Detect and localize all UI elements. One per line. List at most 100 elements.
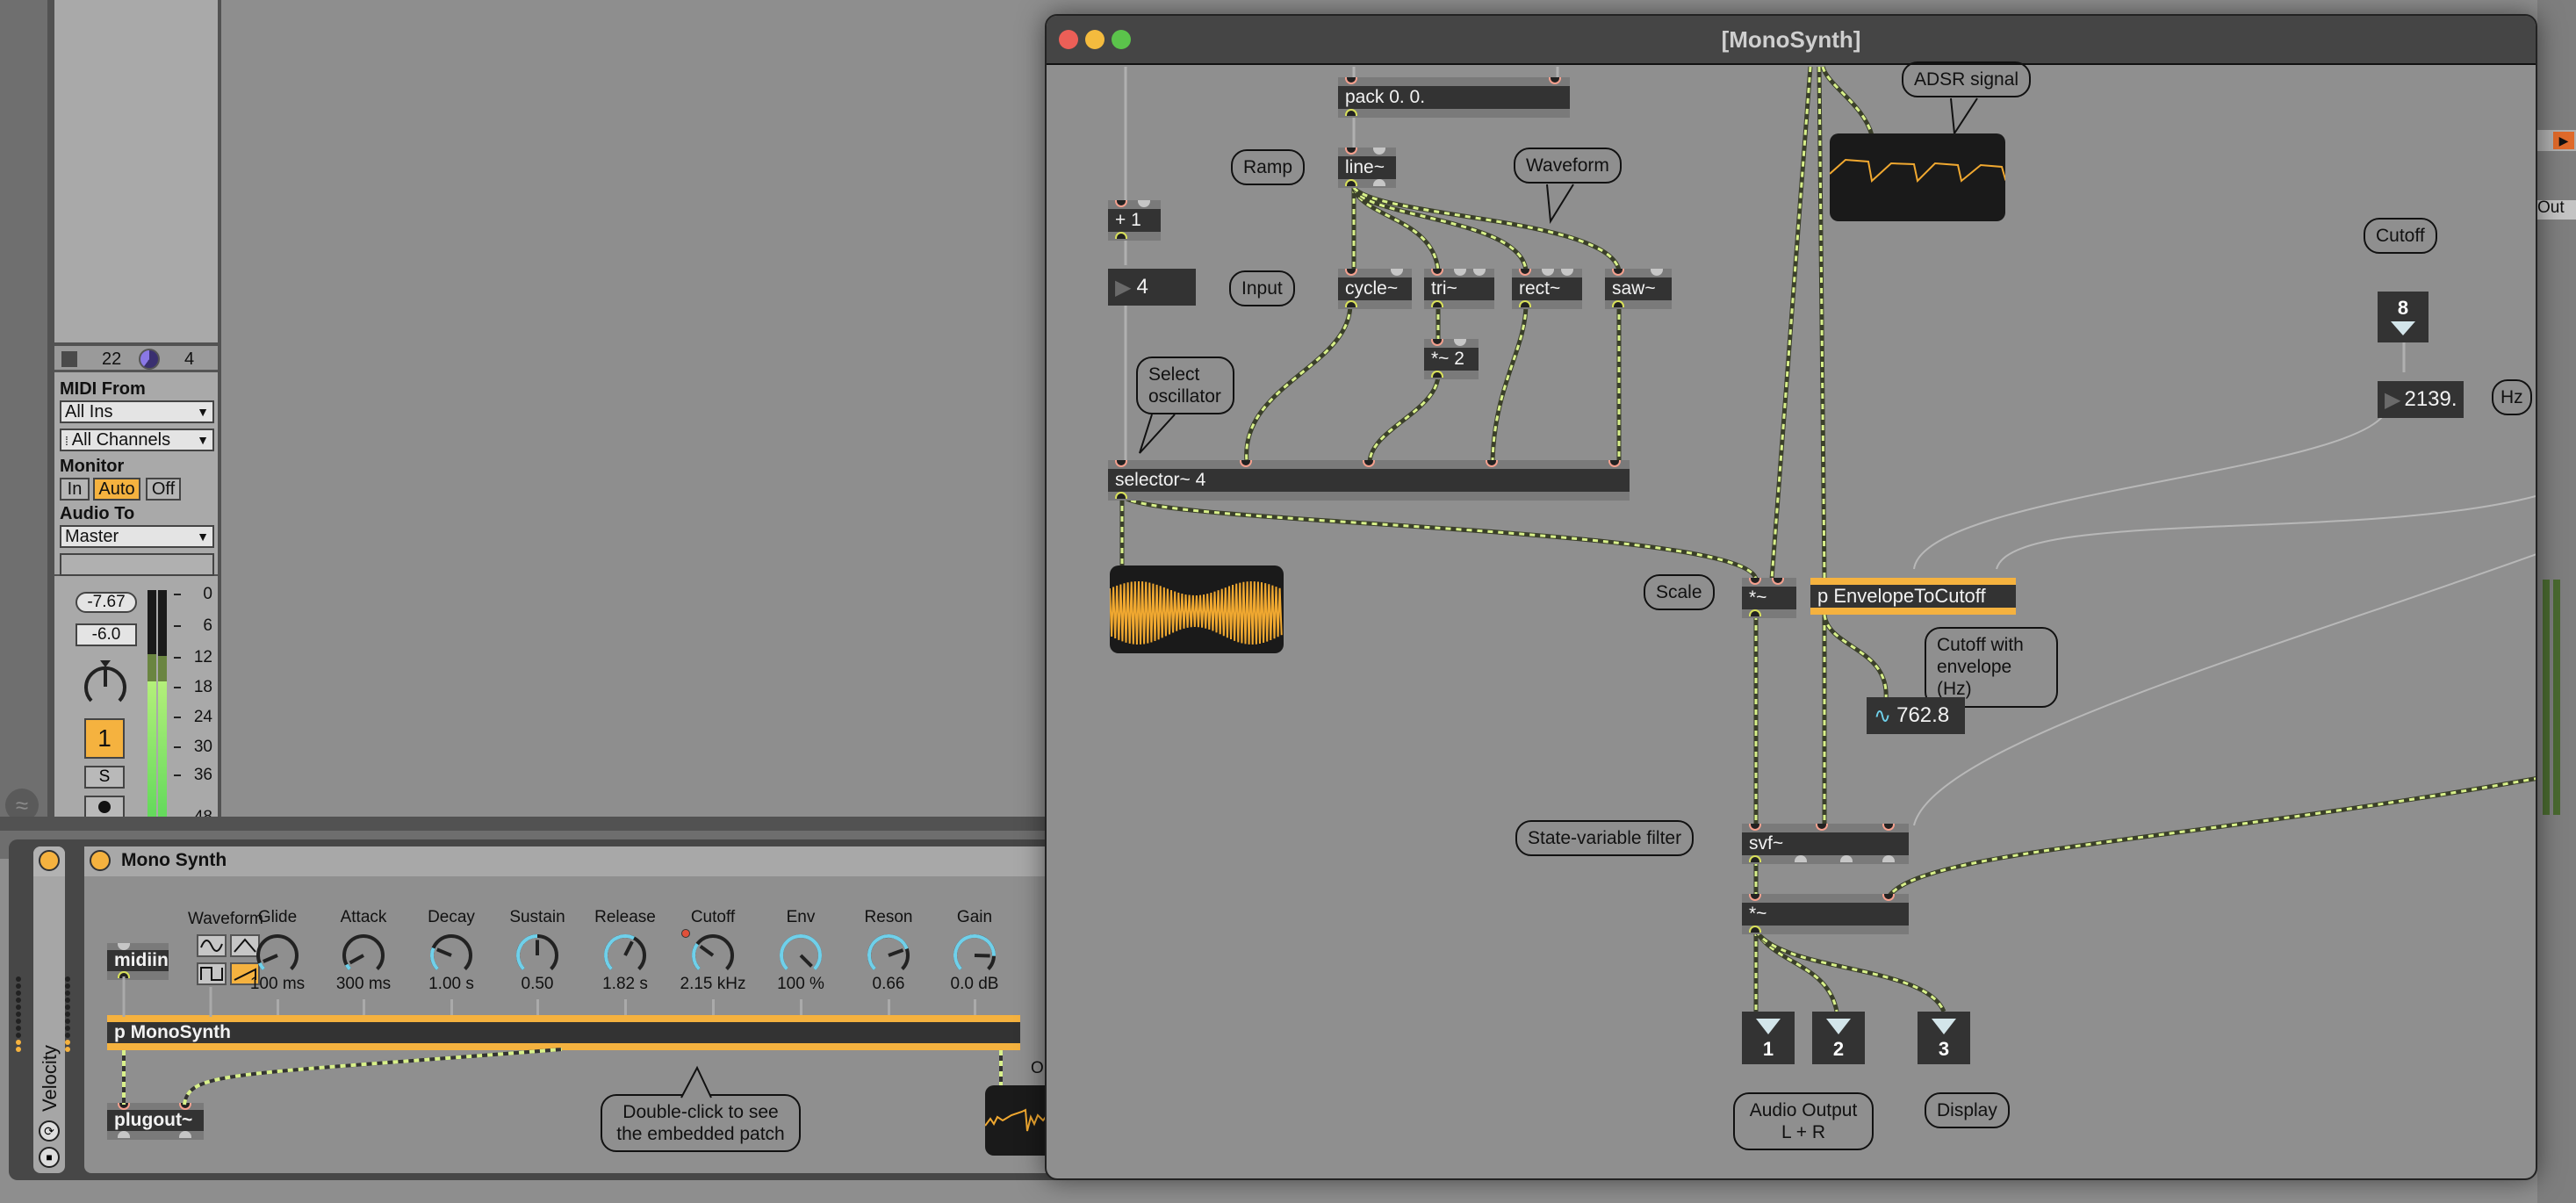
inlet[interactable]: [1240, 460, 1252, 467]
inlet[interactable]: [1391, 269, 1403, 276]
save-icon[interactable]: ■: [39, 1147, 60, 1168]
grip-dots-icon[interactable]: [65, 976, 70, 1054]
outlet[interactable]: [1749, 926, 1761, 933]
inlet[interactable]: [1542, 269, 1554, 276]
play-icon[interactable]: ▶: [2553, 132, 2574, 149]
input-number-box[interactable]: ▶ 4: [1108, 269, 1196, 306]
inlet[interactable]: [1363, 460, 1375, 467]
volume-readout[interactable]: -7.67: [76, 592, 137, 613]
inlet[interactable]: [1431, 269, 1443, 276]
inlet[interactable]: [1454, 339, 1466, 346]
selector-object[interactable]: selector~ 4: [1108, 460, 1630, 501]
pack-object[interactable]: pack 0. 0.: [1338, 77, 1570, 118]
outlet-1[interactable]: 1: [1742, 1012, 1795, 1064]
inlet[interactable]: [1373, 148, 1385, 155]
knob-cutoff[interactable]: [688, 929, 738, 978]
knob-value-sustain[interactable]: 0.50: [493, 975, 581, 994]
inlet[interactable]: [1115, 200, 1127, 207]
cycle-object[interactable]: cycle~: [1338, 269, 1412, 309]
scale-mult-object[interactable]: *~: [1742, 578, 1796, 618]
track-activator-button[interactable]: 1: [84, 718, 125, 759]
knob-glide[interactable]: [253, 929, 302, 978]
outlet[interactable]: [1345, 300, 1357, 307]
inlet[interactable]: [1473, 269, 1486, 276]
inlet[interactable]: [1519, 269, 1531, 276]
out-mult-object[interactable]: *~: [1742, 894, 1909, 934]
outlet[interactable]: [1749, 855, 1761, 862]
inlet[interactable]: [1749, 578, 1761, 585]
inlet[interactable]: [1115, 460, 1127, 467]
monitor-in-button[interactable]: In: [60, 478, 90, 501]
outlet[interactable]: [1373, 179, 1385, 186]
inlet[interactable]: [1345, 269, 1357, 276]
outlet[interactable]: [1840, 855, 1853, 862]
plus-object[interactable]: + 1: [1108, 200, 1161, 241]
inlet[interactable]: [1561, 269, 1573, 276]
clip-slots[interactable]: [54, 0, 218, 342]
knob-value-release[interactable]: 1.82 s: [581, 975, 669, 994]
outlet[interactable]: [1115, 232, 1127, 239]
knob-attack[interactable]: [339, 929, 388, 978]
inlet[interactable]: [1749, 894, 1761, 901]
inlet[interactable]: [1816, 824, 1828, 831]
pan-knob[interactable]: [81, 657, 130, 710]
cutoff-inlet[interactable]: 8: [2378, 292, 2428, 342]
stop-icon[interactable]: [61, 351, 77, 367]
outlet[interactable]: [1431, 300, 1443, 307]
knob-value-glide[interactable]: 100 ms: [234, 975, 321, 994]
knob-gain[interactable]: [950, 929, 999, 978]
tri-object[interactable]: tri~: [1424, 269, 1494, 309]
times2-object[interactable]: *~ 2: [1424, 339, 1479, 379]
knob-value-env[interactable]: 100 %: [757, 975, 845, 994]
inlet[interactable]: [1431, 339, 1443, 346]
wave-square-button[interactable]: [197, 962, 227, 985]
arm-button[interactable]: [84, 796, 125, 818]
monitor-auto-button[interactable]: Auto: [93, 478, 140, 501]
saw-object[interactable]: saw~: [1605, 269, 1672, 309]
plugout-object[interactable]: plugout~: [107, 1103, 204, 1140]
volume-field[interactable]: -6.0: [76, 623, 137, 646]
inlet[interactable]: [1612, 269, 1624, 276]
monitor-off-button[interactable]: Off: [146, 478, 181, 501]
inlet[interactable]: [1454, 269, 1466, 276]
grip-dots-icon[interactable]: [16, 976, 21, 1054]
outlet[interactable]: [1345, 109, 1357, 116]
audio-to-sub-dropdown[interactable]: [60, 553, 214, 576]
knob-value-gain[interactable]: 0.0 dB: [931, 975, 1018, 994]
knob-value-attack[interactable]: 300 ms: [320, 975, 407, 994]
outlet[interactable]: [1882, 855, 1895, 862]
svf-object[interactable]: svf~: [1742, 824, 1909, 864]
audio-to-dropdown[interactable]: Master ▼: [60, 525, 214, 548]
outlet[interactable]: [1612, 300, 1624, 307]
velocity-power-button[interactable]: [39, 850, 60, 871]
mono-synth-power-button[interactable]: [90, 850, 111, 871]
inlet[interactable]: [1749, 824, 1761, 831]
inlet[interactable]: [1345, 77, 1357, 84]
signal-number-box[interactable]: ∿ 762.8: [1867, 697, 1965, 734]
hot-swap-icon[interactable]: ⟳: [39, 1120, 60, 1142]
envelope-to-cutoff-object[interactable]: p EnvelopeToCutoff: [1810, 578, 2016, 615]
rect-object[interactable]: rect~: [1512, 269, 1582, 309]
inlet[interactable]: [1882, 824, 1895, 831]
knob-release[interactable]: [601, 929, 650, 978]
knob-decay[interactable]: [427, 929, 476, 978]
midiin-object[interactable]: midiin: [107, 943, 177, 980]
outlet[interactable]: [1431, 371, 1443, 378]
outlet[interactable]: [1749, 609, 1761, 616]
inlet[interactable]: [1549, 77, 1561, 84]
outlet-3[interactable]: 3: [1918, 1012, 1970, 1064]
inlet[interactable]: [1608, 460, 1621, 467]
outlet[interactable]: [1519, 300, 1531, 307]
inlet[interactable]: [1772, 578, 1784, 585]
inlet[interactable]: [1138, 200, 1150, 207]
inlet[interactable]: [1486, 460, 1498, 467]
cutoff-number-box[interactable]: ▶ 2139.: [2378, 381, 2464, 418]
inlet[interactable]: [1345, 148, 1357, 155]
inlet[interactable]: [1882, 894, 1895, 901]
solo-button[interactable]: S: [84, 766, 125, 789]
knob-value-cutoff[interactable]: 2.15 kHz: [669, 975, 757, 994]
inlet[interactable]: [1651, 269, 1663, 276]
knob-value-decay[interactable]: 1.00 s: [407, 975, 495, 994]
wave-sine-button[interactable]: [197, 934, 227, 957]
knob-env[interactable]: [776, 929, 825, 978]
